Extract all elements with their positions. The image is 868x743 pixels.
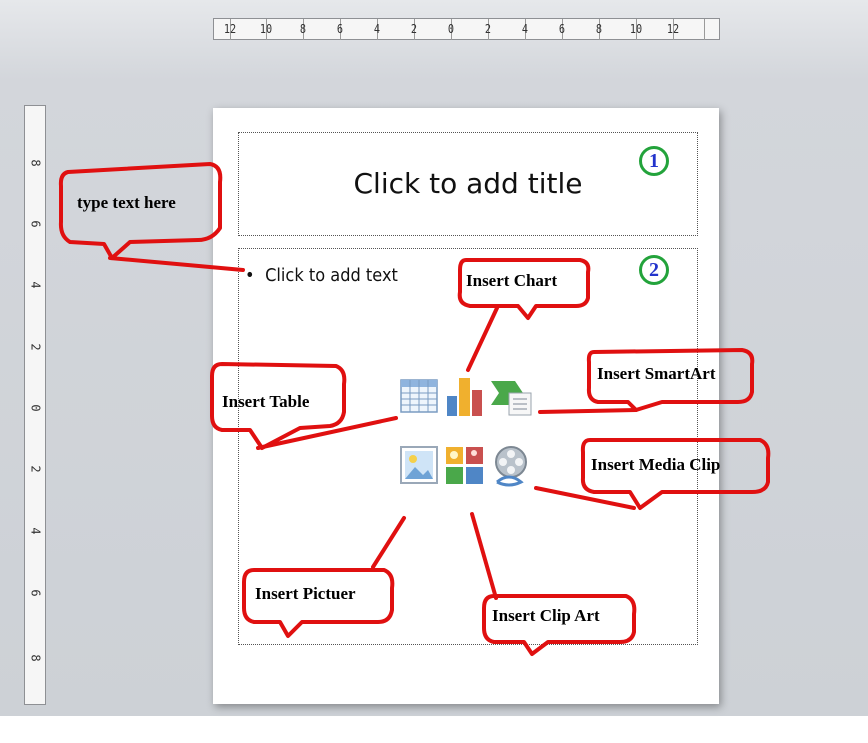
insert-table-pointer [256, 416, 398, 450]
insert-picture-pointer [371, 516, 406, 569]
insert-clip-art-callout-label: Insert Clip Art [492, 606, 600, 625]
insert-smartart-pointer [538, 408, 638, 414]
annotation-overlay [58, 162, 771, 656]
insert-chart-pointer [466, 306, 499, 372]
insert-picture-callout-label: Insert Pictuer [255, 584, 356, 603]
insert-media-clip-callout-label: Insert Media Clip [591, 455, 721, 474]
insert-clip-art-pointer [470, 512, 498, 600]
type-text-pointer [108, 256, 245, 272]
insert-table-callout-label: Insert Table [222, 392, 310, 411]
insert-chart-callout-label: Insert Chart [466, 271, 558, 290]
insert-smartart-callout-label: Insert SmartArt [597, 364, 716, 383]
type-text-callout-label: type text here [77, 193, 176, 212]
